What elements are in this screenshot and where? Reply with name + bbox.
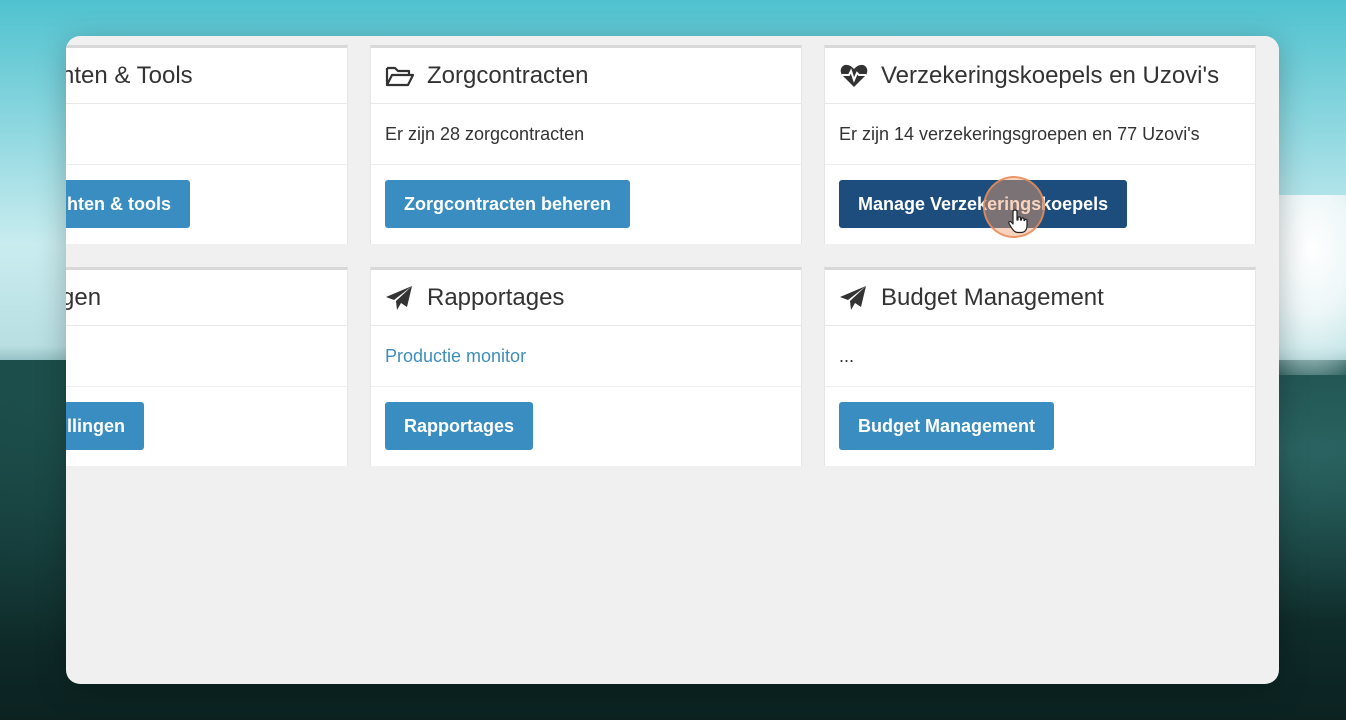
dashboard-window: nten & Tools hten & tools Zorgcontracten… [66, 36, 1279, 684]
card-title: Zorgcontracten [427, 61, 589, 89]
card-header: Budget Management [825, 270, 1255, 326]
instellingen-button[interactable]: llingen [66, 402, 144, 450]
zorgcontracten-beheren-button[interactable]: Zorgcontracten beheren [385, 180, 631, 228]
card-description: Er zijn 28 zorgcontracten [385, 123, 585, 144]
budget-management-button[interactable]: Budget Management [839, 402, 1055, 450]
card-body: ... [825, 326, 1255, 387]
card-body: Er zijn 28 zorgcontracten [371, 104, 801, 165]
card-instellingen: gen llingen [66, 267, 348, 466]
card-footer: hten & tools [66, 165, 347, 244]
card-title: nten & Tools [66, 61, 193, 89]
card-header: gen [66, 270, 347, 326]
tools-button[interactable]: hten & tools [66, 180, 190, 228]
folder-open-icon [385, 63, 415, 89]
card-body: Er zijn 14 verzekeringsgroepen en 77 Uzo… [825, 104, 1255, 165]
card-footer: llingen [66, 387, 347, 466]
card-description: ... [839, 345, 855, 366]
card-header: Verzekeringskoepels en Uzovi's [825, 48, 1255, 104]
card-footer: Zorgcontracten beheren [371, 165, 801, 244]
paper-plane-icon [839, 285, 869, 311]
card-tools: nten & Tools hten & tools [66, 45, 348, 244]
card-title: gen [66, 283, 102, 311]
card-header: nten & Tools [66, 48, 347, 104]
heartbeat-icon [839, 63, 869, 89]
card-body: Productie monitor [371, 326, 801, 387]
card-header: Zorgcontracten [371, 48, 801, 104]
card-title: Budget Management [881, 283, 1104, 311]
card-header: Rapportages [371, 270, 801, 326]
card-budget-management: Budget Management ... Budget Management [824, 267, 1256, 466]
card-title: Verzekeringskoepels en Uzovi's [881, 61, 1220, 89]
card-body [66, 326, 347, 387]
card-footer: Budget Management [825, 387, 1255, 466]
card-body [66, 104, 347, 165]
card-title: Rapportages [427, 283, 565, 311]
card-rapportages: Rapportages Productie monitor Rapportage… [370, 267, 802, 466]
card-zorgcontracten: Zorgcontracten Er zijn 28 zorgcontracten… [370, 45, 802, 244]
rapportages-button[interactable]: Rapportages [385, 402, 534, 450]
productie-monitor-link[interactable]: Productie monitor [385, 346, 526, 367]
card-description: Er zijn 14 verzekeringsgroepen en 77 Uzo… [839, 123, 1200, 144]
hand-pointer-icon [1008, 208, 1030, 234]
card-footer: Rapportages [371, 387, 801, 466]
paper-plane-icon [385, 285, 415, 311]
